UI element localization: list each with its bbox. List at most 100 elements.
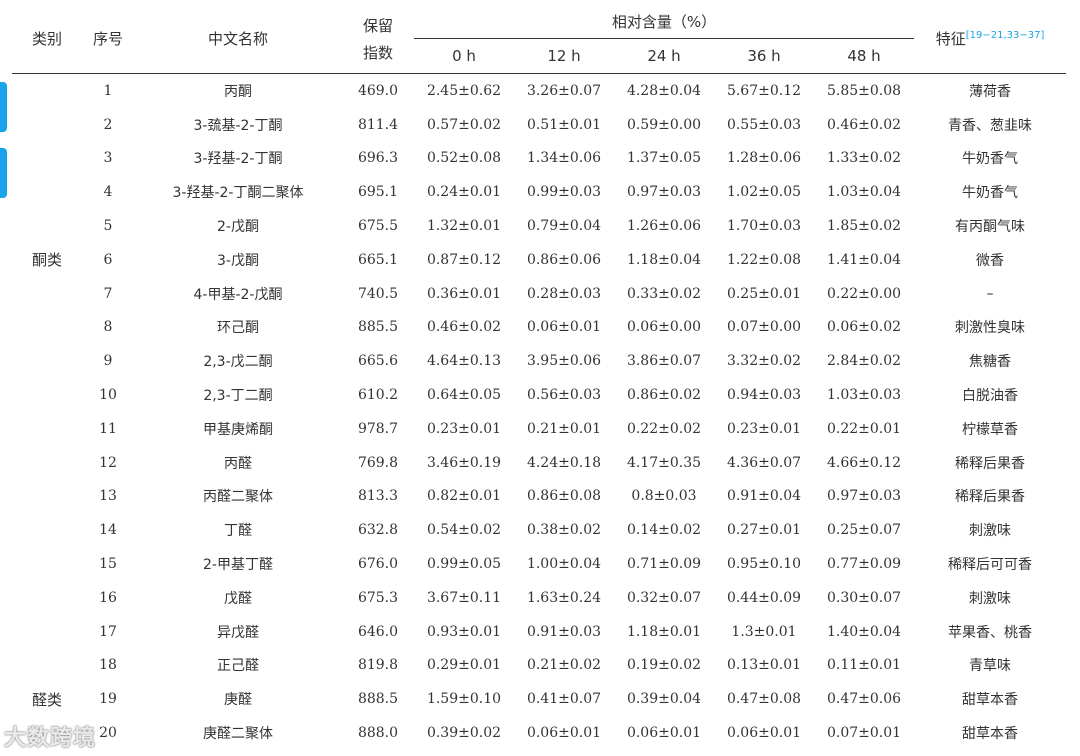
- relative-content-cell: 0.99±0.03: [526, 184, 602, 201]
- retention-index-cell: 696.3: [357, 150, 399, 167]
- retention-index-cell: 632.8: [357, 522, 399, 539]
- relative-content-cell: 1.03±0.04: [826, 184, 902, 201]
- relative-content-cell: 0.41±0.07: [526, 691, 602, 708]
- feature-cell: 苹果香、桃香: [948, 624, 1033, 641]
- category-cell: [12, 412, 82, 446]
- relative-content-cell: 0.87±0.12: [426, 251, 502, 268]
- category-cell: [12, 209, 82, 243]
- side-tab-2[interactable]: [0, 148, 7, 198]
- relative-content-cell: 0.06±0.01: [726, 725, 802, 742]
- index-cell: 16: [99, 589, 117, 606]
- relative-content-cell: 0.91±0.03: [526, 623, 602, 640]
- feature-cell: 青草味: [969, 658, 1012, 675]
- compound-name-cell: 2-戊酮: [217, 219, 259, 236]
- relative-content-cell: 1.63±0.24: [526, 589, 602, 606]
- header-feature-ref[interactable]: [19−21,33−37]: [966, 30, 1045, 41]
- compound-name-cell: 环己酮: [217, 320, 259, 337]
- category-cell: [12, 175, 82, 209]
- category-cell: [12, 142, 82, 176]
- relative-content-cell: 2.84±0.02: [826, 353, 902, 370]
- feature-cell: 稀释后可可香: [948, 557, 1033, 574]
- retention-index-cell: 665.1: [357, 251, 399, 268]
- relative-content-cell: 0.79±0.04: [526, 218, 602, 235]
- compound-name-cell: 戊醛: [224, 590, 252, 607]
- relative-content-cell: 0.57±0.02: [426, 116, 502, 133]
- relative-content-cell: 1.70±0.03: [726, 218, 802, 235]
- relative-content-cell: 1.85±0.02: [826, 218, 902, 235]
- index-cell: 18: [99, 657, 117, 674]
- relative-content-cell: 1.18±0.04: [626, 251, 702, 268]
- header-time-12h: 12 h: [514, 38, 614, 74]
- retention-index-cell: 646.0: [357, 623, 399, 640]
- index-cell: 10: [99, 387, 117, 404]
- relative-content-cell: 0.59±0.00: [626, 116, 702, 133]
- table-row: 14 丁醛 632.8 0.54±0.02 0.38±0.02 0.14±0.02 0.27…: [12, 513, 1066, 547]
- relative-content-cell: 1.02±0.05: [726, 184, 802, 201]
- relative-content-cell: 3.32±0.02: [726, 353, 802, 370]
- compound-name-cell: 3-巯基-2-丁酮: [193, 117, 283, 134]
- relative-content-cell: 4.64±0.13: [426, 353, 502, 370]
- relative-content-cell: 5.85±0.08: [826, 82, 902, 99]
- index-cell: 3: [103, 150, 113, 167]
- relative-content-cell: 0.23±0.01: [426, 420, 502, 437]
- relative-content-cell: 1.32±0.01: [426, 218, 502, 235]
- side-tab-1[interactable]: [0, 82, 7, 132]
- relative-content-cell: 0.95±0.10: [726, 556, 802, 573]
- header-retention-line1: 保留: [362, 16, 393, 35]
- relative-content-cell: 1.18±0.01: [626, 623, 702, 640]
- compound-name-cell: 丁醛: [224, 523, 252, 540]
- compound-name-cell: 庚醛: [224, 692, 252, 709]
- relative-content-cell: 0.21±0.02: [526, 657, 602, 674]
- relative-content-cell: 1.28±0.06: [726, 150, 802, 167]
- compound-name-cell: 丙酮: [224, 83, 252, 100]
- feature-cell: 微香: [976, 252, 1005, 269]
- retention-index-cell: 675.3: [357, 589, 399, 606]
- relative-content-cell: 1.37±0.05: [626, 150, 702, 167]
- relative-content-cell: 1.03±0.03: [826, 387, 902, 404]
- relative-content-cell: 0.54±0.02: [426, 522, 502, 539]
- relative-content-cell: 0.06±0.00: [626, 319, 702, 336]
- category-cell: [12, 615, 82, 649]
- feature-cell: 稀释后果香: [955, 455, 1026, 472]
- relative-content-cell: 4.17±0.35: [626, 454, 702, 471]
- compound-name-cell: 甲基庚烯酮: [203, 421, 273, 438]
- index-cell: 17: [99, 623, 117, 640]
- relative-content-cell: 3.67±0.11: [426, 589, 502, 606]
- table-row: 12 丙醛 769.8 3.46±0.19 4.24±0.18 4.17±0.35 4.36…: [12, 446, 1066, 480]
- feature-cell: 牛奶香气: [962, 151, 1019, 168]
- header-category: 类别: [12, 4, 82, 74]
- retention-index-cell: 610.2: [357, 387, 399, 404]
- header-retention-index: 保留 指数: [342, 4, 414, 74]
- category-cell: [12, 649, 82, 683]
- compound-name-cell: 4-甲基-2-戊酮: [193, 286, 283, 303]
- relative-content-cell: 0.93±0.01: [426, 623, 502, 640]
- retention-index-cell: 740.5: [357, 285, 399, 302]
- retention-index-cell: 676.0: [357, 556, 399, 573]
- retention-index-cell: 675.5: [357, 218, 399, 235]
- feature-cell: 甜草本香: [962, 692, 1019, 709]
- volatile-compounds-table: 类别 序号 中文名称 保留 指数 相对含量（%） 特征[19−21,33−37]…: [12, 4, 1067, 750]
- compound-name-cell: 2,3-丁二酮: [203, 388, 273, 405]
- header-index: 序号: [82, 4, 134, 74]
- relative-content-cell: 4.66±0.12: [826, 454, 902, 471]
- feature-cell: 刺激性臭味: [955, 320, 1026, 337]
- relative-content-cell: 0.71±0.09: [626, 556, 702, 573]
- category-cell: [12, 513, 82, 547]
- retention-index-cell: 811.4: [357, 116, 399, 133]
- relative-content-cell: 0.36±0.01: [426, 285, 502, 302]
- relative-content-cell: 0.28±0.03: [526, 285, 602, 302]
- table-row: 5 2-戊酮 675.5 1.32±0.01 0.79±0.04 1.26±0.06 1.7…: [12, 209, 1066, 243]
- category-cell: 醛类: [31, 690, 62, 709]
- relative-content-cell: 0.30±0.07: [826, 589, 902, 606]
- table-row: 20 庚醛二聚体 888.0 0.39±0.02 0.06±0.01 0.06±0.01 0…: [12, 716, 1066, 750]
- relative-content-cell: 0.06±0.01: [526, 319, 602, 336]
- index-cell: 19: [99, 691, 117, 708]
- relative-content-cell: 0.86±0.08: [526, 488, 602, 505]
- index-cell: 15: [99, 556, 117, 573]
- compound-name-cell: 丙醛二聚体: [203, 489, 273, 506]
- watermark: 大数跨境: [4, 726, 97, 751]
- relative-content-cell: 0.13±0.01: [726, 657, 802, 674]
- table-row: 13 丙醛二聚体 813.3 0.82±0.01 0.86±0.08 0.8±0.03 0.…: [12, 480, 1066, 514]
- relative-content-cell: 2.45±0.62: [426, 82, 502, 99]
- relative-content-cell: 0.22±0.02: [626, 420, 702, 437]
